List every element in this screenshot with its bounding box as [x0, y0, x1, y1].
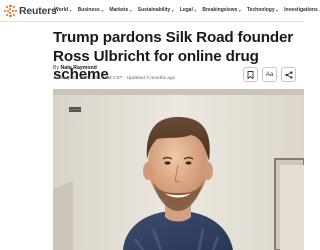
- reuters-logo-icon: [4, 4, 17, 18]
- byline: By Nate Raymond: [53, 65, 97, 71]
- portrait-photo-image: [53, 89, 304, 250]
- chevron-down-icon: ▾: [276, 7, 279, 13]
- share-button[interactable]: [281, 67, 296, 82]
- chevron-down-icon: ▾: [129, 7, 132, 13]
- nav-label: Markets: [109, 7, 129, 13]
- nav-item-investigations[interactable]: Investigations▾: [284, 7, 320, 13]
- section-nav: World ▾ Business ▾ Markets ▾ Sustainability…: [54, 7, 320, 13]
- byline-prefix: By: [53, 65, 60, 71]
- article-actions: Aa: [243, 67, 296, 82]
- nav-label: Business: [77, 7, 100, 13]
- bookmark-button[interactable]: [243, 67, 258, 82]
- top-navigation: Reuters World ▾ Business ▾ Markets ▾ Sustai…: [0, 0, 320, 22]
- nav-label: Sustainability: [137, 7, 171, 13]
- article-dateline: January 22, 2025 10:17 AM CST · Updated …: [53, 76, 176, 81]
- nav-label: Legal: [179, 7, 193, 13]
- nav-label: Technology: [246, 7, 275, 13]
- chevron-down-icon: ▾: [194, 7, 197, 13]
- nav-label: Investigations: [284, 7, 318, 13]
- chevron-down-icon: ▾: [69, 7, 72, 13]
- reuters-logo[interactable]: Reuters: [4, 4, 57, 18]
- nav-item-markets[interactable]: Markets ▾: [109, 7, 131, 13]
- nav-item-sustainability[interactable]: Sustainability ▾: [138, 7, 174, 13]
- text-size-label: Aa: [265, 71, 274, 78]
- author-link[interactable]: Nate Raymond: [61, 65, 97, 71]
- chevron-down-icon: ▾: [171, 7, 174, 13]
- nav-item-technology[interactable]: Technology ▾: [247, 7, 278, 13]
- logo-wordmark: Reuters: [19, 5, 57, 17]
- nav-item-legal[interactable]: Legal ▾: [180, 7, 197, 13]
- nav-item-business[interactable]: Business ▾: [78, 7, 104, 13]
- text-size-button[interactable]: Aa: [262, 67, 277, 82]
- share-icon: [284, 70, 293, 79]
- bookmark-icon: [247, 70, 254, 79]
- article-lead-photo[interactable]: [53, 89, 304, 250]
- chevron-down-icon: ▾: [238, 7, 241, 13]
- nav-item-world[interactable]: World ▾: [54, 7, 72, 13]
- nav-label: World: [54, 7, 69, 13]
- nav-item-breakingviews[interactable]: Breakingviews ▾: [202, 7, 241, 13]
- nav-label: Breakingviews: [202, 7, 238, 13]
- chevron-down-icon: ▾: [101, 7, 104, 13]
